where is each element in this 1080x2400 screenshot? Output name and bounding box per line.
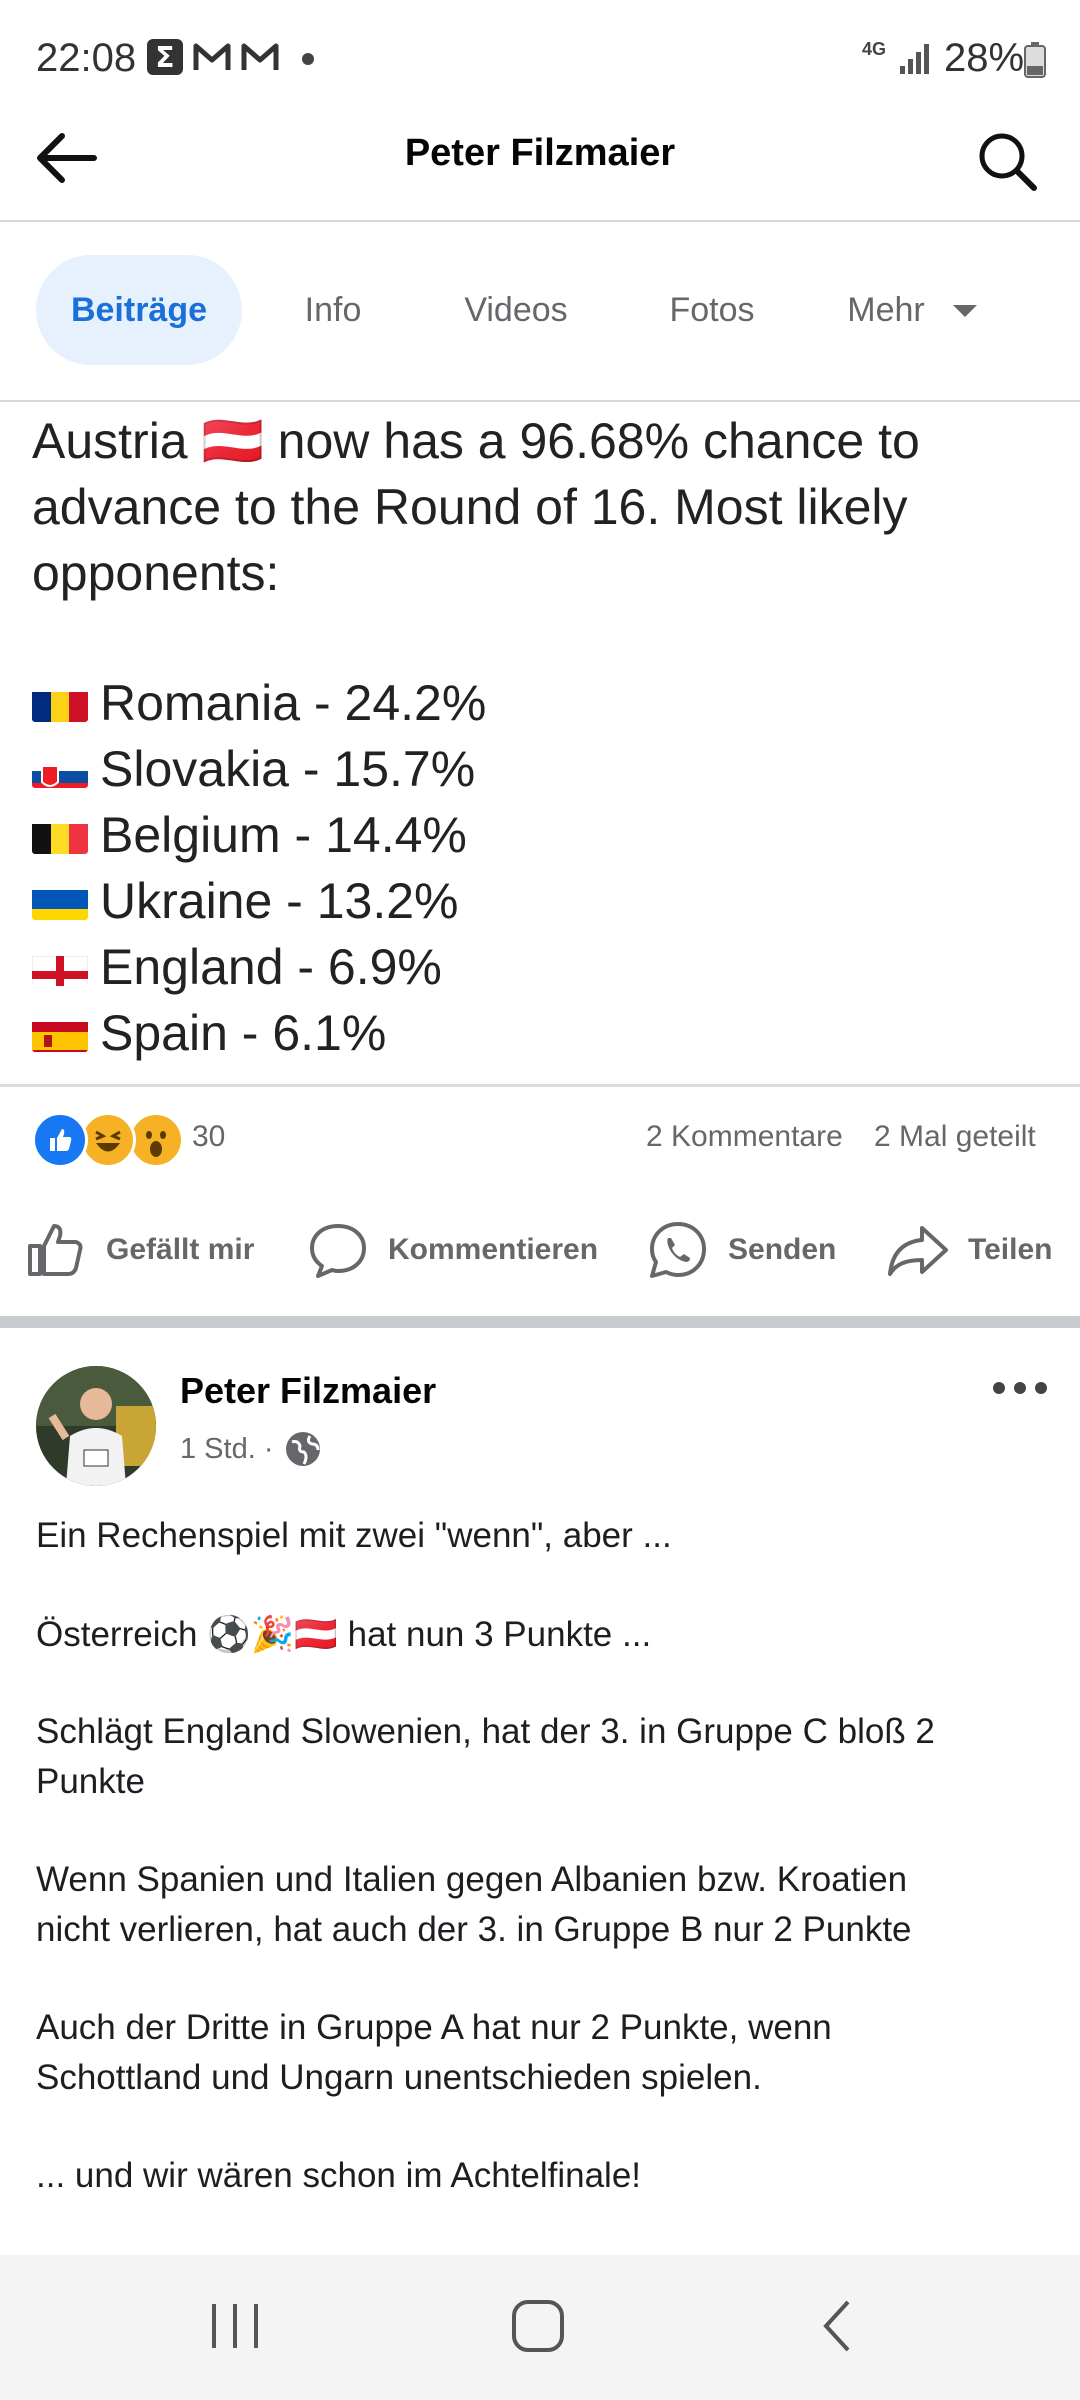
globe-icon [285,1432,320,1466]
sigma-app-icon: Σ [146,38,184,76]
action-label: Senden [728,1233,837,1266]
home-icon [512,2300,564,2352]
more-options-button[interactable] [990,1372,1050,1412]
romania-flag [32,684,88,722]
opponent-text: Spain - 6.1% [100,1005,387,1061]
tab-label: Videos [464,290,568,329]
search-icon [979,133,1037,191]
signal-icon [898,40,932,81]
opponent-item: Ukraine - 13.2% [32,872,459,930]
post-paragraph: nicht verlieren, hat auch der 3. in Grup… [36,1910,912,1949]
post-author[interactable]: Peter Filzmaier [180,1370,436,1412]
page-title: Peter Filzmaier [404,132,676,174]
spain-flag [32,1014,88,1052]
network-type: 4G [862,39,887,59]
post-meta: 1 Std. · [180,1430,322,1468]
post-paragraph: Österreich ⚽🎉🇦🇹 hat nun 3 Punkte ... [36,1615,652,1654]
like-icon[interactable] [32,1112,88,1168]
reaction-count[interactable]: 30 [192,1120,225,1154]
action-label: Gefällt mir [106,1233,255,1266]
svg-text:Σ: Σ [155,41,174,74]
post-separator [0,1316,1080,1328]
share-button[interactable]: Teilen [886,1220,1052,1280]
nav-back-button[interactable] [806,2294,870,2358]
ukraine-flag [32,882,88,920]
back-icon [823,2300,850,2352]
tweet-line: advance to the Round of 16. Most likely [32,479,908,535]
tweet-line: opponents: [32,545,280,601]
search-button[interactable] [972,126,1044,198]
status-time: 22:08 [36,36,137,80]
battery-text: 28% [944,36,1025,80]
opponent-text: England - 6.9% [100,939,442,995]
opponent-item: Romania - 24.2% [32,674,486,732]
post-paragraph: Schlägt England Slowenien, hat der 3. in… [36,1712,935,1751]
england-flag [32,948,88,986]
gmail-icon [192,38,231,76]
tab-beitraege[interactable]: Beiträge [36,255,242,365]
caret-down-icon [952,305,977,317]
recent-apps-button[interactable] [200,2296,270,2356]
send-button[interactable]: Senden [646,1220,836,1280]
divider [0,1084,1080,1087]
post-paragraph: Auch der Dritte in Gruppe A hat nur 2 Pu… [36,2008,832,2047]
avatar[interactable] [36,1366,156,1486]
opponent-text: Ukraine - 13.2% [100,873,459,929]
action-label: Kommentieren [388,1233,599,1266]
tab-label: Beiträge [70,290,208,329]
opponent-item: Slovakia - 15.7% [32,740,475,798]
thumbs-up-icon [28,1224,83,1276]
opponent-item: Belgium - 14.4% [32,806,467,864]
comment-button[interactable]: Kommentieren [306,1220,598,1280]
haha-icon[interactable] [80,1112,136,1168]
action-label: Teilen [968,1233,1053,1266]
slovakia-flag [32,750,88,788]
divider [0,400,1080,402]
tab-label: Mehr [847,290,925,329]
home-button[interactable] [506,2294,570,2358]
share-icon [888,1226,948,1276]
belgium-flag [32,816,88,854]
share-count[interactable]: 2 Mal geteilt [874,1120,1036,1154]
post-paragraph: ... und wir wären schon im Achtelfinale! [36,2156,642,2195]
comment-icon [310,1224,366,1278]
opponent-text: Slovakia - 15.7% [100,741,476,797]
post-paragraph: Wenn Spanien und Italien gegen Albanien … [36,1860,908,1899]
tab-info[interactable]: Info [270,255,396,365]
opponent-item: Spain - 6.1% [32,1004,386,1062]
tab-fotos[interactable]: Fotos [636,255,788,365]
battery-icon [1024,42,1046,83]
recent-apps-icon [212,2304,258,2348]
tweet-line: Austria 🇦🇹 now has a 96.68% chance to [32,413,920,469]
post-paragraph: Ein Rechenspiel mit zwei "wenn", aber ..… [36,1516,672,1555]
opponent-item: England - 6.9% [32,938,442,996]
notification-dot-icon [302,53,314,65]
like-button[interactable]: Gefällt mir [24,1220,254,1280]
more-dots-icon [993,1382,1047,1394]
tab-mehr[interactable]: Mehr [826,255,1006,365]
opponent-text: Belgium - 14.4% [100,807,467,863]
gmail-icon [240,38,279,76]
post-paragraph: Schottland und Ungarn unentschieden spie… [36,2058,762,2097]
opponent-text: Romania - 24.2% [100,675,487,731]
author-photo [36,1366,156,1486]
tab-videos[interactable]: Videos [430,255,602,365]
post-paragraph: Punkte [36,1762,145,1801]
post-time[interactable]: 1 Std. · [180,1433,274,1466]
tab-label: Info [304,290,362,329]
tab-label: Fotos [669,290,755,329]
wow-icon[interactable] [128,1112,184,1168]
comment-count[interactable]: 2 Kommentare [646,1120,843,1154]
whatsapp-icon [650,1222,706,1278]
